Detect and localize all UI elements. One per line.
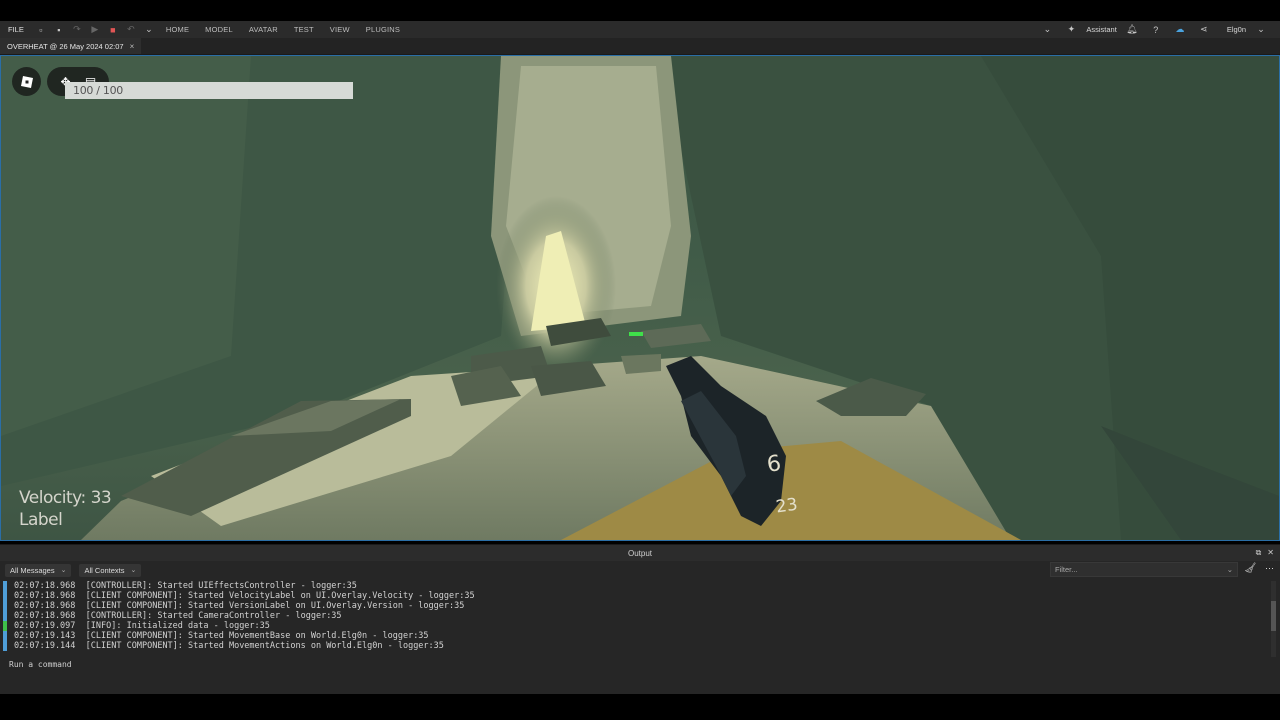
game-scene (1, 56, 1279, 540)
log-marker (3, 611, 7, 621)
undo-icon[interactable]: ↶ (126, 24, 136, 35)
log-line[interactable]: 02:07:18.968 [CLIENT COMPONENT]: Started… (0, 601, 1280, 611)
menu-model[interactable]: MODEL (197, 25, 241, 34)
log-line[interactable]: 02:07:18.968 [CONTROLLER]: Started UIEff… (0, 581, 1280, 591)
log-separator (75, 601, 85, 611)
output-toolbar: All Messages ⌄ All Contexts ⌄ Filter... … (0, 561, 1280, 579)
log-time: 02:07:18.968 (14, 591, 76, 601)
ammo-reserve-count: 23 (774, 494, 799, 518)
redo-icon[interactable]: ↷ (72, 24, 82, 35)
output-panel: Output ⧉ ✕ All Messages ⌄ All Contexts ⌄… (0, 544, 1280, 695)
roblox-menu-button[interactable] (12, 67, 41, 96)
assistant-button[interactable]: Assistant (1086, 25, 1116, 34)
chevron-down-icon: ⌄ (130, 567, 137, 574)
tab-overheat[interactable]: OVERHEAT @ 26 May 2024 02:07 × (0, 38, 142, 54)
menu-plugins[interactable]: PLUGINS (358, 25, 408, 34)
menu-view[interactable]: VIEW (322, 25, 358, 34)
log-message: [CLIENT COMPONENT]: Started VelocityLabe… (85, 591, 475, 601)
log-marker (3, 631, 7, 641)
context-filter-value: All Contexts (84, 565, 125, 575)
menu-avatar[interactable]: AVATAR (241, 25, 286, 34)
log-line[interactable]: 02:07:19.097 [INFO]: Initialized data - … (0, 621, 1280, 631)
log-message: [CONTROLLER]: Started CameraController -… (85, 611, 342, 621)
roblox-logo-icon (20, 75, 33, 88)
log-marker (3, 621, 7, 631)
log-marker (3, 591, 7, 601)
cloud-icon[interactable]: ☁ (1175, 24, 1185, 35)
play-icon[interactable]: ▶ (90, 24, 100, 35)
studio-menubar: FILE ▫ ▪ ↷ ▶ ■ ↶ ⌄ HOME MODEL AVATAR TES… (0, 21, 1280, 38)
command-input[interactable]: Run a command (0, 659, 1280, 671)
help-icon[interactable]: ? (1151, 25, 1161, 35)
log-line[interactable]: 02:07:18.968 [CLIENT COMPONENT]: Started… (0, 591, 1280, 601)
log-message: [CLIENT COMPONENT]: Started VersionLabel… (85, 601, 465, 611)
log-time: 02:07:18.968 (14, 611, 76, 621)
user-menu[interactable]: Elg0n (1227, 25, 1246, 34)
log-time: 02:07:18.968 (14, 581, 76, 591)
log-separator (75, 581, 85, 591)
log-message: [CLIENT COMPONENT]: Started MovementBase… (85, 631, 429, 641)
context-filter-dropdown[interactable]: All Contexts ⌄ (79, 563, 142, 577)
health-bar: 100 / 100 (65, 82, 353, 99)
menu-test[interactable]: TEST (286, 25, 322, 34)
close-icon[interactable]: × (130, 42, 135, 51)
log-time: 02:07:19.143 (14, 631, 76, 641)
log-time: 02:07:18.968 (14, 601, 76, 611)
log-marker (3, 601, 7, 611)
log-marker (3, 581, 7, 591)
user-chevron-icon[interactable]: ⌄ (1256, 24, 1266, 35)
menubar-right: ⌄ ✦ Assistant 🔔︎ ? ☁ ⋖ Elg0n ⌄ (1038, 24, 1280, 35)
new-file-icon[interactable]: ▫ (36, 25, 46, 35)
document-tabbar: OVERHEAT @ 26 May 2024 02:07 × (0, 38, 1280, 55)
log-separator (75, 641, 85, 651)
more-options-icon[interactable]: ⋯ (1265, 563, 1274, 574)
menu-home[interactable]: HOME (158, 25, 197, 34)
log-marker (3, 641, 7, 651)
quick-access-chevron-icon[interactable]: ⌄ (144, 24, 154, 35)
log-message: [CLIENT COMPONENT]: Started MovementActi… (85, 641, 444, 651)
game-viewport[interactable]: ✥ ▤ 100 / 100 Velocity: 33 Label 6 23 (0, 55, 1280, 541)
filter-input[interactable]: Filter... ⌄ (1050, 562, 1238, 577)
log-list: 02:07:18.968 [CONTROLLER]: Started UIEff… (0, 581, 1280, 659)
message-filter-dropdown[interactable]: All Messages ⌄ (5, 563, 72, 577)
log-separator (75, 591, 85, 601)
log-separator (75, 621, 85, 631)
panel-bottom-area (0, 671, 1280, 695)
output-title: Output (627, 548, 652, 558)
log-line[interactable]: 02:07:18.968 [CONTROLLER]: Started Camer… (0, 611, 1280, 621)
close-panel-icon[interactable]: ✕ (1267, 548, 1274, 558)
ribbon-chevron-icon[interactable]: ⌄ (1042, 24, 1052, 35)
log-message: [INFO]: Initialized data - logger:35 (85, 621, 270, 631)
share-icon[interactable]: ⋖ (1199, 24, 1209, 35)
tab-label: OVERHEAT @ 26 May 2024 02:07 (7, 41, 124, 51)
log-time: 02:07:19.097 (14, 621, 76, 631)
log-line[interactable]: 02:07:19.144 [CLIENT COMPONENT]: Started… (0, 641, 1280, 651)
notifications-icon[interactable]: 🔔︎ (1126, 24, 1137, 35)
velocity-label: Velocity: 33 (19, 488, 112, 508)
message-filter-value: All Messages (10, 565, 55, 575)
filter-placeholder: Filter... (1055, 565, 1078, 574)
log-time: 02:07:19.144 (14, 641, 76, 651)
undock-icon[interactable]: ⧉ (1256, 548, 1262, 558)
log-scrollbar[interactable] (1271, 581, 1276, 657)
log-separator (75, 631, 85, 641)
log-line[interactable]: 02:07:19.143 [CLIENT COMPONENT]: Started… (0, 631, 1280, 641)
chevron-down-icon: ⌄ (60, 567, 67, 574)
stop-icon[interactable]: ■ (108, 25, 118, 35)
letterbox-bottom (0, 694, 1280, 720)
clear-output-icon[interactable]: 🧹︎ (1244, 563, 1257, 574)
log-message: [CONTROLLER]: Started UIEffectsControlle… (85, 581, 357, 591)
save-icon[interactable]: ▪ (54, 25, 64, 35)
scrollbar-thumb[interactable] (1271, 601, 1276, 631)
file-menu[interactable]: FILE (0, 25, 32, 34)
assistant-sparkle-icon[interactable]: ✦ (1066, 24, 1076, 35)
chevron-down-icon: ⌄ (1226, 565, 1233, 574)
letterbox-top (0, 0, 1280, 21)
version-label: Label (19, 510, 63, 530)
log-separator (75, 611, 85, 621)
output-header: Output ⧉ ✕ (0, 545, 1280, 561)
